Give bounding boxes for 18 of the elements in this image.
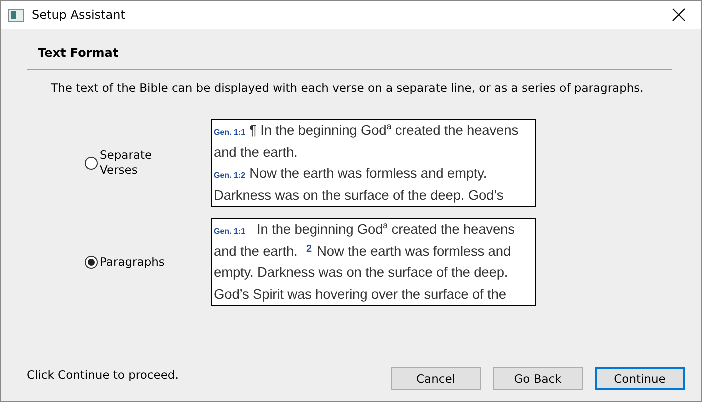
dialog-button[interactable]: Go Back: [493, 367, 583, 390]
radio-option[interactable]: Paragraphs: [85, 254, 211, 270]
window-title: Setup Assistant: [32, 8, 126, 22]
radio-option[interactable]: Separate Verses: [85, 148, 211, 178]
preview-line: God’s Spirit was hovering over the surface of the: [214, 286, 508, 304]
preview-line: Gen. 1:1 ¶ In the beginning God$^{a}$ created the heavens: [214, 120, 520, 140]
preview-line: and the earth. $^{2}$ Now the earth was formless and: [214, 242, 512, 260]
section-heading: Text Format: [38, 46, 120, 60]
preview-line: and the earth.: [214, 144, 299, 162]
preview-line: empty. Darkness was on the surface of the deep.: [214, 264, 510, 282]
preview-line: Darkness was on the surface of the deep. God’s: [214, 186, 505, 205]
description-text: The text of the Bible can be displayed with each verse on a separate line, or as a series of paragraphs.: [51, 81, 645, 95]
preview-line: Gen. 1:2 Now the earth was formless and empty.: [214, 165, 488, 183]
window-icon: [8, 8, 24, 22]
status-text: Click Continue to proceed.: [27, 368, 180, 382]
preview-line: Gen. 1:1 In the beginning God$^{a}$ created the heavens: [214, 219, 516, 239]
dialog-button[interactable]: Cancel: [391, 367, 481, 390]
dialog-button[interactable]: Continue: [595, 367, 685, 390]
